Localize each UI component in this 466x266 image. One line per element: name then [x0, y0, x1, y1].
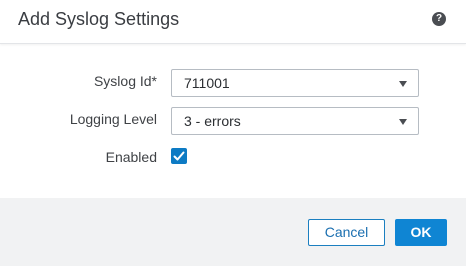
chevron-down-icon: [399, 81, 407, 87]
cancel-button[interactable]: Cancel: [308, 219, 385, 246]
syslog-id-select[interactable]: 711001: [171, 69, 419, 97]
add-syslog-settings-dialog: Add Syslog Settings ? Syslog Id* 711001 …: [0, 0, 466, 266]
enabled-label: Enabled: [105, 149, 157, 165]
logging-level-label: Logging Level: [69, 111, 157, 127]
chevron-down-icon: [399, 119, 407, 125]
syslog-id-label: Syslog Id*: [93, 73, 157, 89]
help-icon[interactable]: ?: [432, 12, 446, 26]
dialog-title: Add Syslog Settings: [18, 9, 180, 29]
enabled-checkbox[interactable]: [171, 148, 187, 164]
dialog-header: Add Syslog Settings ?: [0, 0, 466, 44]
syslog-id-value: 711001: [184, 75, 230, 91]
logging-level-select[interactable]: 3 - errors: [171, 107, 419, 135]
dialog-footer: Cancel OK: [0, 198, 466, 266]
logging-level-value: 3 - errors: [184, 113, 241, 129]
checkmark-icon: [173, 151, 185, 161]
ok-button[interactable]: OK: [395, 219, 447, 246]
